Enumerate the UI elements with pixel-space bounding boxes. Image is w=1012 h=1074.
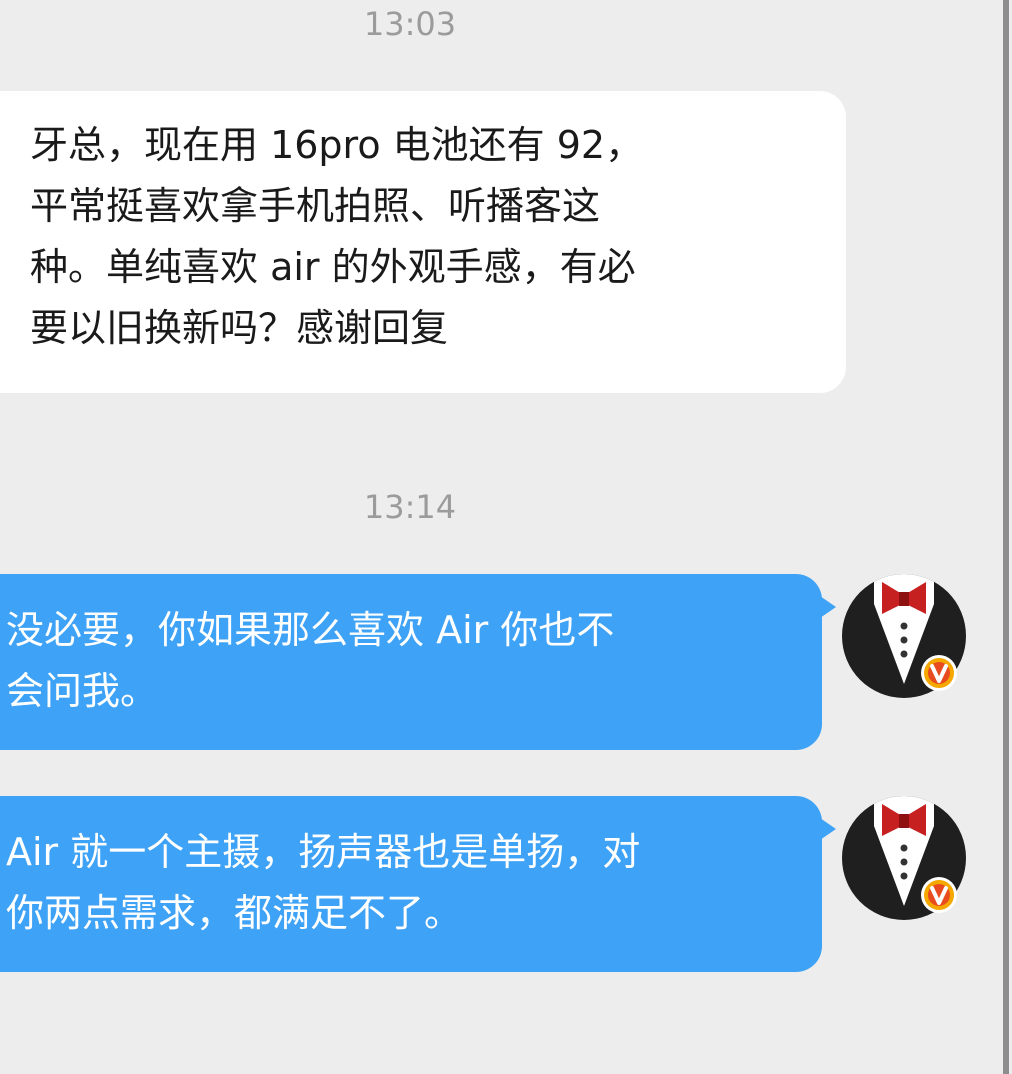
message-text-line: 种。单纯喜欢 air 的外观手感，有必: [30, 245, 636, 289]
message-text-line: 平常挺喜欢拿手机拍照、听播客这: [30, 184, 601, 228]
avatar[interactable]: [842, 574, 966, 698]
message-text-line: Air 就一个主摄，扬声器也是单扬，对: [6, 830, 641, 874]
vip-badge-icon: [921, 877, 957, 913]
message-text-line: 牙总，现在用 16pro 电池还有 92，: [30, 123, 644, 167]
chat-message-list[interactable]: 13:03 牙总，现在用 16pro 电池还有 92， 平常挺喜欢拿手机拍照、听…: [0, 0, 1000, 1074]
avatar[interactable]: [842, 796, 966, 920]
scrollbar[interactable]: [1000, 0, 1012, 1074]
vip-badge-icon: [921, 655, 957, 691]
message-text-line: 你两点需求，都满足不了。: [6, 891, 463, 935]
timestamp: 13:03: [363, 5, 457, 43]
sent-message-bubble[interactable]: 没必要，你如果那么喜欢 Air 你也不 会问我。: [0, 574, 836, 750]
message-text-line: 会问我。: [6, 669, 159, 713]
message-text-line: 要以旧换新吗？感谢回复: [30, 306, 449, 350]
message-text-line: 没必要，你如果那么喜欢 Air 你也不: [6, 608, 615, 652]
sent-message-bubble[interactable]: Air 就一个主摄，扬声器也是单扬，对 你两点需求，都满足不了。: [0, 796, 836, 972]
received-message-bubble[interactable]: 牙总，现在用 16pro 电池还有 92， 平常挺喜欢拿手机拍照、听播客这 种。…: [0, 91, 846, 393]
timestamp: 13:14: [363, 488, 457, 526]
scrollbar-track: [1003, 0, 1009, 1074]
